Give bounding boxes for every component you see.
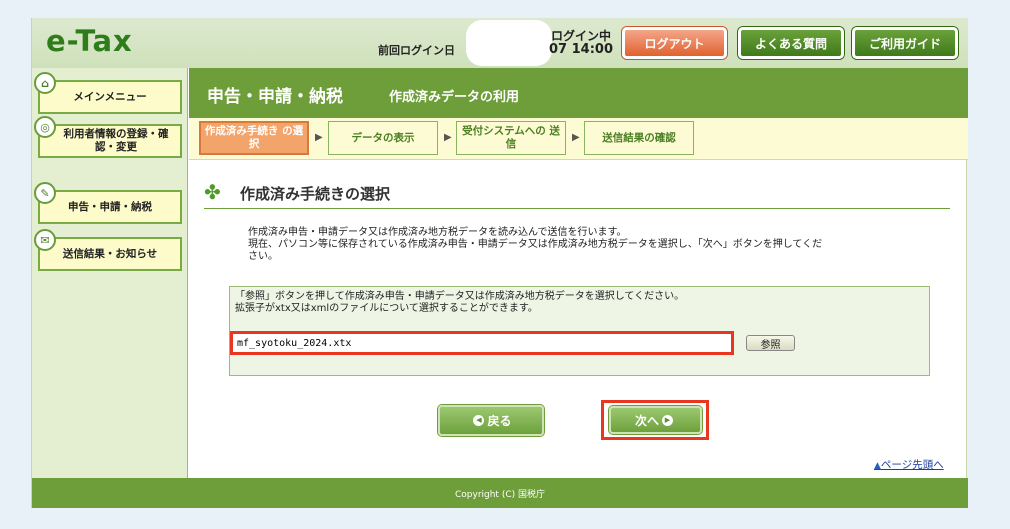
- page-title: 申告・申請・納税: [207, 87, 343, 107]
- etax-window: e-Tax ログイン中 前回ログイン日 07 14:00 ログアウト よくある質…: [31, 18, 968, 508]
- instruction-line: 「参照」ボタンを押して作成済み申告・申請データ又は作成済み地方税データを選択して…: [235, 291, 685, 302]
- document-icon: ✎: [34, 182, 56, 204]
- step-arrow-icon: ▶: [572, 132, 580, 143]
- next-arrow-icon: ▶: [662, 414, 673, 426]
- logout-button[interactable]: ログアウト: [622, 27, 727, 59]
- description-line: 現在、パソコン等に保存されている作成済み申告・申請データ又は作成済み地方税データ…: [248, 239, 823, 250]
- next-highlight: 次へ ▶: [601, 400, 709, 440]
- redaction-mask: [466, 20, 552, 66]
- step-arrow-icon: ▶: [444, 132, 452, 143]
- description-line: 作成済み申告・申請データ又は作成済み地方税データを読み込んで送信を行います。: [248, 227, 627, 238]
- sidebar-item-label: 送信結果・お知らせ: [62, 247, 158, 260]
- file-select-panel: 「参照」ボタンを押して作成済み申告・申請データ又は作成済み地方税データを選択して…: [229, 286, 930, 376]
- sidebar-item-label: メインメニュー: [73, 90, 147, 103]
- step-select: 作成済み手続き の選択: [199, 121, 309, 155]
- sidebar-item-filing[interactable]: ✎ 申告・申請・納税: [34, 182, 182, 224]
- home-icon: ⌂: [34, 72, 56, 94]
- page-subtitle: 作成済みデータの利用: [389, 90, 520, 105]
- user-settings-icon: ◎: [34, 116, 56, 138]
- back-arrow-icon: ◀: [473, 415, 485, 426]
- file-instructions: 「参照」ボタンを押して作成済み申告・申請データ又は作成済み地方税データを選択して…: [235, 291, 684, 315]
- step-display: データの表示: [328, 121, 438, 155]
- file-path-input[interactable]: [230, 331, 734, 355]
- back-button[interactable]: ◀ 戻る: [438, 405, 544, 436]
- header: e-Tax ログイン中 前回ログイン日 07 14:00 ログアウト よくある質…: [32, 18, 968, 68]
- section-heading: ✤ 作成済み手続きの選択: [204, 180, 950, 209]
- etax-logo: e-Tax: [46, 24, 133, 58]
- title-bar: 申告・申請・納税 作成済みデータの利用: [189, 68, 968, 118]
- last-login-label: 前回ログイン日: [378, 44, 455, 57]
- sidebar-item-label: 利用者情報の登録・確認・変更: [63, 128, 169, 153]
- faq-button[interactable]: よくある質問: [738, 27, 844, 59]
- instruction-line: 拡張子がxtx又はxmlのファイルについて選択することができます。: [235, 303, 538, 314]
- last-login-time: 07 14:00: [549, 42, 613, 57]
- clover-icon: ✤: [204, 180, 221, 204]
- notice-icon: ✉: [34, 229, 56, 251]
- browse-button[interactable]: 参照: [746, 335, 795, 351]
- page-top-label: ページ先頭へ: [880, 459, 944, 471]
- up-arrow-icon: ▲: [874, 461, 881, 471]
- page-top-link[interactable]: ▲ページ先頭へ: [874, 457, 944, 472]
- sidebar-item-label: 申告・申請・納税: [68, 200, 152, 213]
- sidebar-item-user-info[interactable]: ◎ 利用者情報の登録・確認・変更: [34, 116, 182, 158]
- sidebar: ⌂ メインメニュー ◎ 利用者情報の登録・確認・変更 ✎ 申告・申請・納税 ✉ …: [32, 68, 188, 478]
- step-arrow-icon: ▶: [315, 132, 323, 143]
- step-indicator: 作成済み手続き の選択 ▶ データの表示 ▶ 受付システムへの 送信 ▶ 送信結…: [189, 118, 968, 160]
- step-send: 受付システムへの 送信: [456, 121, 566, 155]
- description: 作成済み申告・申請データ又は作成済み地方税データを読み込んで送信を行います。 現…: [248, 227, 948, 263]
- next-button[interactable]: 次へ ▶: [609, 406, 702, 434]
- footer: Copyright (C) 国税庁: [32, 478, 968, 508]
- back-label: 戻る: [487, 414, 512, 428]
- section-title: 作成済み手続きの選択: [240, 185, 391, 203]
- sidebar-item-main-menu[interactable]: ⌂ メインメニュー: [34, 72, 182, 114]
- next-label: 次へ: [634, 413, 659, 428]
- guide-button[interactable]: ご利用ガイド: [852, 27, 958, 59]
- sidebar-item-results[interactable]: ✉ 送信結果・お知らせ: [34, 229, 182, 271]
- step-confirm: 送信結果の確認: [584, 121, 694, 155]
- description-line: さい。: [248, 251, 278, 262]
